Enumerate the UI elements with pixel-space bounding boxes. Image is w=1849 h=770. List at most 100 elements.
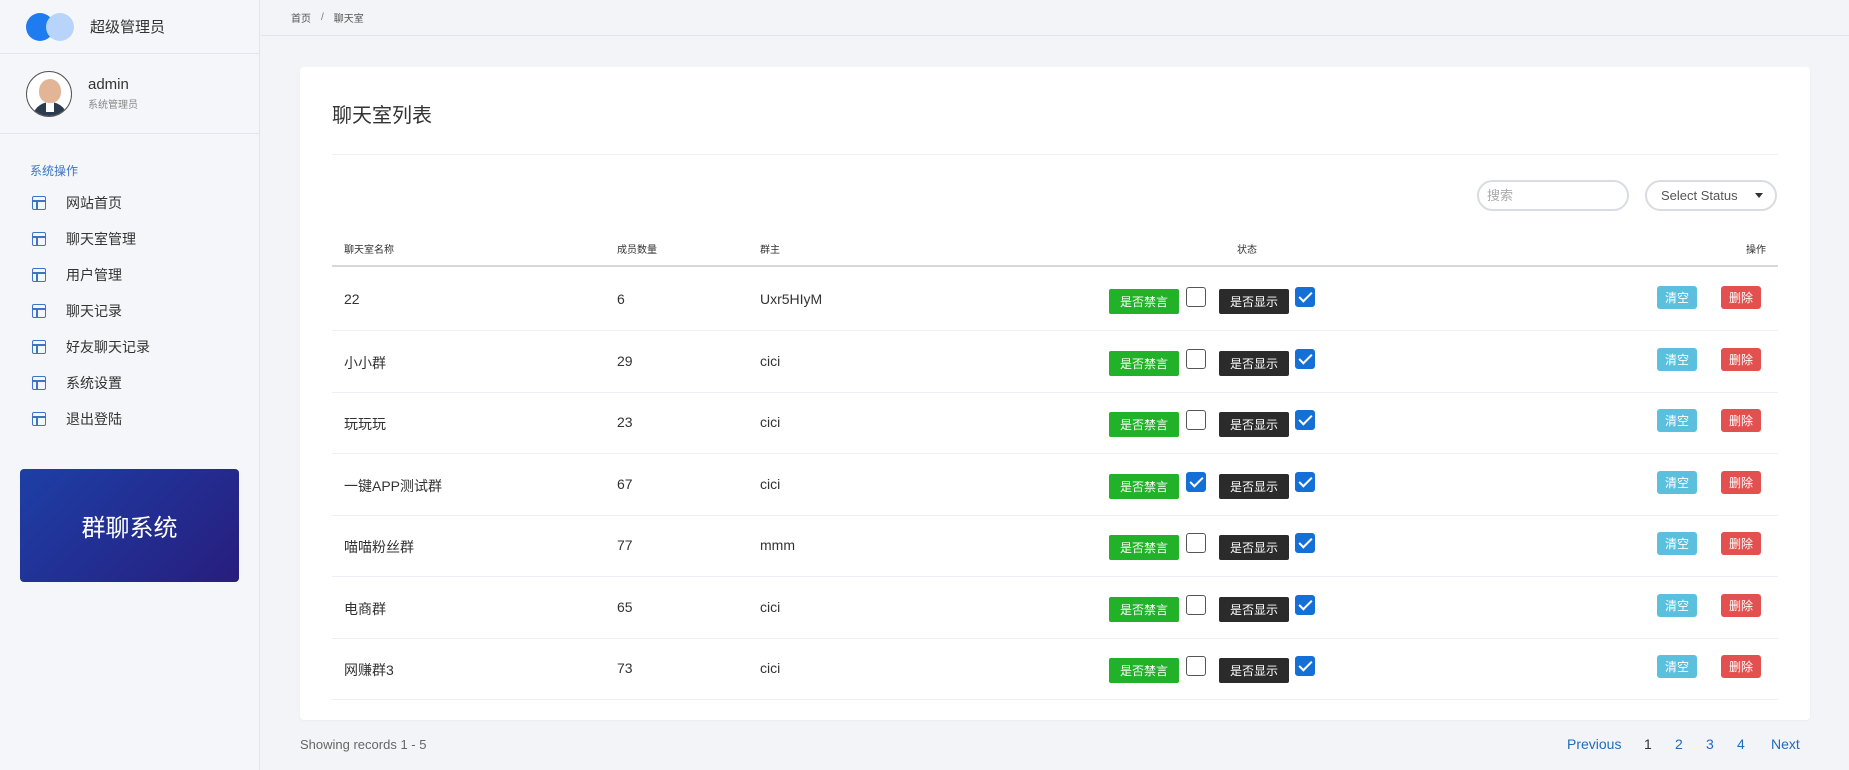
mute-toggle-label[interactable]: 是否禁言	[1109, 535, 1179, 560]
sidebar-item-users[interactable]: 用户管理	[0, 257, 259, 293]
show-toggle-label[interactable]: 是否显示	[1219, 289, 1289, 314]
show-toggle-label[interactable]: 是否显示	[1219, 535, 1289, 560]
clear-button[interactable]: 清空	[1657, 593, 1698, 617]
show-checkbox[interactable]	[1295, 348, 1315, 369]
mute-checkbox[interactable]	[1186, 656, 1206, 676]
user-name: admin	[88, 76, 129, 93]
clear-button[interactable]: 清空	[1657, 286, 1698, 309]
delete-button[interactable]: 删除	[1721, 532, 1762, 555]
delete-button[interactable]: 删除	[1721, 655, 1762, 678]
pagination-page-4[interactable]: 4	[1737, 736, 1745, 752]
mute-checkbox[interactable]	[1186, 594, 1206, 615]
mute-toggle-label[interactable]: 是否禁言	[1109, 596, 1179, 622]
menu-title: 系统操作	[30, 164, 79, 178]
member-count: 65	[617, 598, 633, 615]
layout-icon	[32, 232, 46, 246]
room-owner: mmm	[760, 537, 795, 553]
breadcrumb-home[interactable]: 首页	[291, 10, 311, 25]
header-actions: 操作	[1746, 245, 1766, 256]
room-owner: Uxr5HIyM	[760, 291, 823, 307]
table-row: 喵喵粉丝群 77 mmm 是否禁言 是否显示 清空 删除	[332, 515, 1778, 577]
delete-button[interactable]: 删除	[1721, 347, 1762, 371]
show-toggle-label[interactable]: 是否显示	[1219, 350, 1289, 376]
sidebar-item-label: 好友聊天记录	[66, 339, 150, 355]
member-count: 6	[617, 291, 625, 307]
pagination-previous[interactable]: Previous	[1567, 736, 1621, 752]
header-owner: 群主	[760, 245, 780, 256]
member-count: 73	[617, 660, 633, 676]
mute-checkbox[interactable]	[1186, 287, 1206, 307]
room-name: 喵喵粉丝群	[344, 539, 414, 555]
table-row: 一键APP测试群 67 cici 是否禁言 是否显示 清空 删除	[332, 454, 1778, 516]
sidebar-menu: 网站首页 聊天室管理 用户管理 聊天记录 好友聊天记录 系统设置 退出登陆	[0, 185, 259, 437]
header-members: 成员数量	[617, 245, 657, 256]
page-title: 聊天室列表	[332, 105, 432, 127]
clear-button[interactable]: 清空	[1657, 470, 1698, 494]
clear-button[interactable]: 清空	[1657, 409, 1698, 432]
room-owner: cici	[760, 598, 781, 615]
table-row: 电商群 65 cici 是否禁言 是否显示 清空 删除	[332, 577, 1778, 639]
user-panel: admin 系统管理员	[0, 54, 259, 134]
show-toggle-label[interactable]: 是否显示	[1219, 658, 1289, 683]
promo-text: 群聊系统	[81, 515, 178, 542]
sidebar-item-label: 网站首页	[66, 195, 122, 211]
mute-toggle-label[interactable]: 是否禁言	[1109, 350, 1179, 376]
delete-button[interactable]: 删除	[1721, 286, 1762, 309]
promo-banner: 群聊系统	[20, 469, 239, 582]
search-input[interactable]	[1477, 180, 1629, 211]
avatar[interactable]	[26, 70, 72, 117]
header-name: 聊天室名称	[344, 245, 394, 256]
layout-icon	[32, 304, 46, 318]
show-checkbox[interactable]	[1295, 533, 1315, 553]
show-checkbox[interactable]	[1295, 594, 1315, 615]
brand-logo	[26, 12, 74, 41]
sidebar-item-label: 系统设置	[66, 375, 122, 391]
member-count: 67	[617, 475, 633, 492]
layout-icon	[32, 196, 46, 210]
status-select[interactable]: Select Status	[1645, 180, 1777, 211]
mute-checkbox[interactable]	[1186, 410, 1206, 430]
sidebar-item-label: 聊天记录	[66, 303, 122, 319]
show-checkbox[interactable]	[1295, 410, 1315, 430]
clear-button[interactable]: 清空	[1657, 655, 1698, 678]
pagination-page-1[interactable]: 1	[1644, 736, 1652, 752]
sidebar-item-chatrooms[interactable]: 聊天室管理	[0, 221, 259, 257]
show-checkbox[interactable]	[1295, 287, 1315, 307]
clear-button[interactable]: 清空	[1657, 532, 1698, 555]
room-owner: cici	[760, 352, 781, 369]
show-toggle-label[interactable]: 是否显示	[1219, 473, 1289, 499]
mute-toggle-label[interactable]: 是否禁言	[1109, 412, 1179, 437]
mute-checkbox[interactable]	[1186, 471, 1206, 492]
sidebar-item-settings[interactable]: 系统设置	[0, 365, 259, 401]
mute-checkbox[interactable]	[1186, 533, 1206, 553]
clear-button[interactable]: 清空	[1657, 347, 1698, 371]
sidebar-item-chat-logs[interactable]: 聊天记录	[0, 293, 259, 329]
sidebar-item-home[interactable]: 网站首页	[0, 185, 259, 221]
show-toggle-label[interactable]: 是否显示	[1219, 412, 1289, 437]
delete-button[interactable]: 删除	[1721, 593, 1762, 617]
layout-icon	[32, 412, 46, 426]
show-toggle-label[interactable]: 是否显示	[1219, 596, 1289, 622]
user-role: 系统管理员	[88, 100, 138, 111]
breadcrumb-separator: /	[321, 12, 324, 23]
delete-button[interactable]: 删除	[1721, 470, 1762, 494]
breadcrumb-current: 聊天室	[333, 14, 364, 25]
pagination-page-2[interactable]: 2	[1675, 736, 1683, 752]
sidebar-item-label: 退出登陆	[66, 411, 122, 427]
sidebar-item-friend-chat-logs[interactable]: 好友聊天记录	[0, 329, 259, 365]
room-name: 电商群	[344, 600, 386, 617]
pagination-page-3[interactable]: 3	[1706, 736, 1714, 752]
room-name: 一键APP测试群	[344, 477, 443, 494]
show-checkbox[interactable]	[1295, 656, 1315, 676]
breadcrumb: 首页 / 聊天室	[261, 0, 1849, 36]
mute-toggle-label[interactable]: 是否禁言	[1109, 473, 1179, 499]
mute-toggle-label[interactable]: 是否禁言	[1109, 658, 1179, 683]
sidebar-item-logout[interactable]: 退出登陆	[0, 401, 259, 437]
show-checkbox[interactable]	[1295, 471, 1315, 492]
mute-toggle-label[interactable]: 是否禁言	[1109, 289, 1179, 314]
member-count: 29	[617, 352, 633, 369]
room-owner: cici	[760, 414, 781, 430]
mute-checkbox[interactable]	[1186, 348, 1206, 369]
pagination-next[interactable]: Next	[1771, 736, 1800, 752]
delete-button[interactable]: 删除	[1721, 409, 1762, 432]
